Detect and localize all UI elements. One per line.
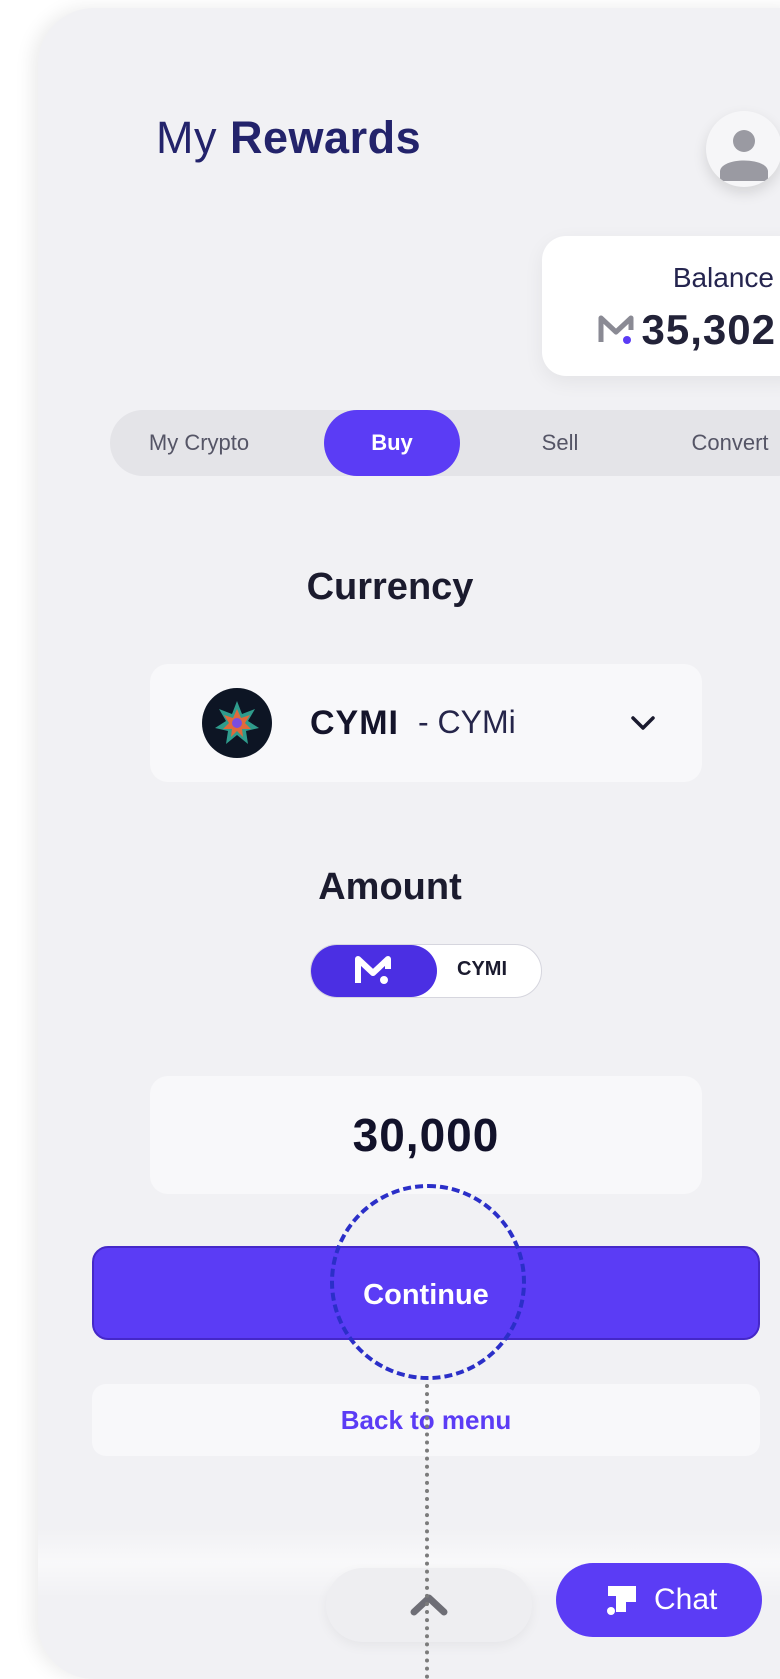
balance-card: Balance 35,302 bbox=[542, 236, 780, 376]
chat-button[interactable]: Chat bbox=[556, 1563, 762, 1637]
page-title-regular: My bbox=[156, 112, 217, 163]
arrow-up-icon bbox=[410, 1594, 448, 1616]
balance-row: 35,302 bbox=[598, 306, 776, 354]
currency-heading: Currency bbox=[306, 566, 474, 608]
tab-my-crypto[interactable]: My Crypto bbox=[110, 410, 288, 476]
m-token-icon bbox=[598, 315, 634, 344]
back-to-menu-button[interactable]: Back to menu bbox=[92, 1384, 760, 1456]
amount-heading: Amount bbox=[318, 866, 462, 908]
currency-select[interactable]: CYMI - CYMi bbox=[150, 664, 702, 782]
balance-label: Balance bbox=[672, 262, 774, 293]
amount-input[interactable]: 30,000 bbox=[150, 1076, 702, 1194]
currency-name: - CYMi bbox=[418, 704, 516, 741]
continue-button[interactable]: Continue bbox=[92, 1246, 760, 1340]
currency-code: CYMI bbox=[310, 704, 399, 742]
toggle-option-cymi[interactable]: CYMI bbox=[457, 958, 507, 981]
user-avatar-icon bbox=[720, 130, 768, 181]
currency-separator: - bbox=[418, 704, 429, 740]
tab-convert[interactable]: Convert bbox=[650, 410, 780, 476]
chevron-down-icon bbox=[631, 716, 655, 730]
cymi-coin-icon bbox=[202, 688, 272, 758]
amount-unit-toggle[interactable]: CYMI bbox=[310, 944, 542, 998]
chat-label: Chat bbox=[654, 1583, 718, 1616]
tab-bar: My Crypto Buy Sell Convert bbox=[110, 410, 780, 476]
balance-value: 35,302 bbox=[641, 306, 776, 353]
app-screen: My Rewards Balance 35,302 My Crypto Buy … bbox=[38, 8, 780, 1679]
tab-sell[interactable]: Sell bbox=[500, 410, 620, 476]
m-token-icon bbox=[355, 956, 391, 984]
user-avatar-button[interactable] bbox=[706, 111, 780, 187]
toggle-option-m[interactable] bbox=[311, 945, 437, 997]
chat-icon bbox=[607, 1586, 636, 1615]
page-title-bold: Rewards bbox=[230, 112, 422, 163]
scroll-to-top-button[interactable] bbox=[326, 1568, 532, 1642]
page-title: My Rewards bbox=[156, 112, 421, 164]
tab-buy[interactable]: Buy bbox=[324, 410, 460, 476]
currency-name-text: CYMi bbox=[437, 704, 516, 740]
